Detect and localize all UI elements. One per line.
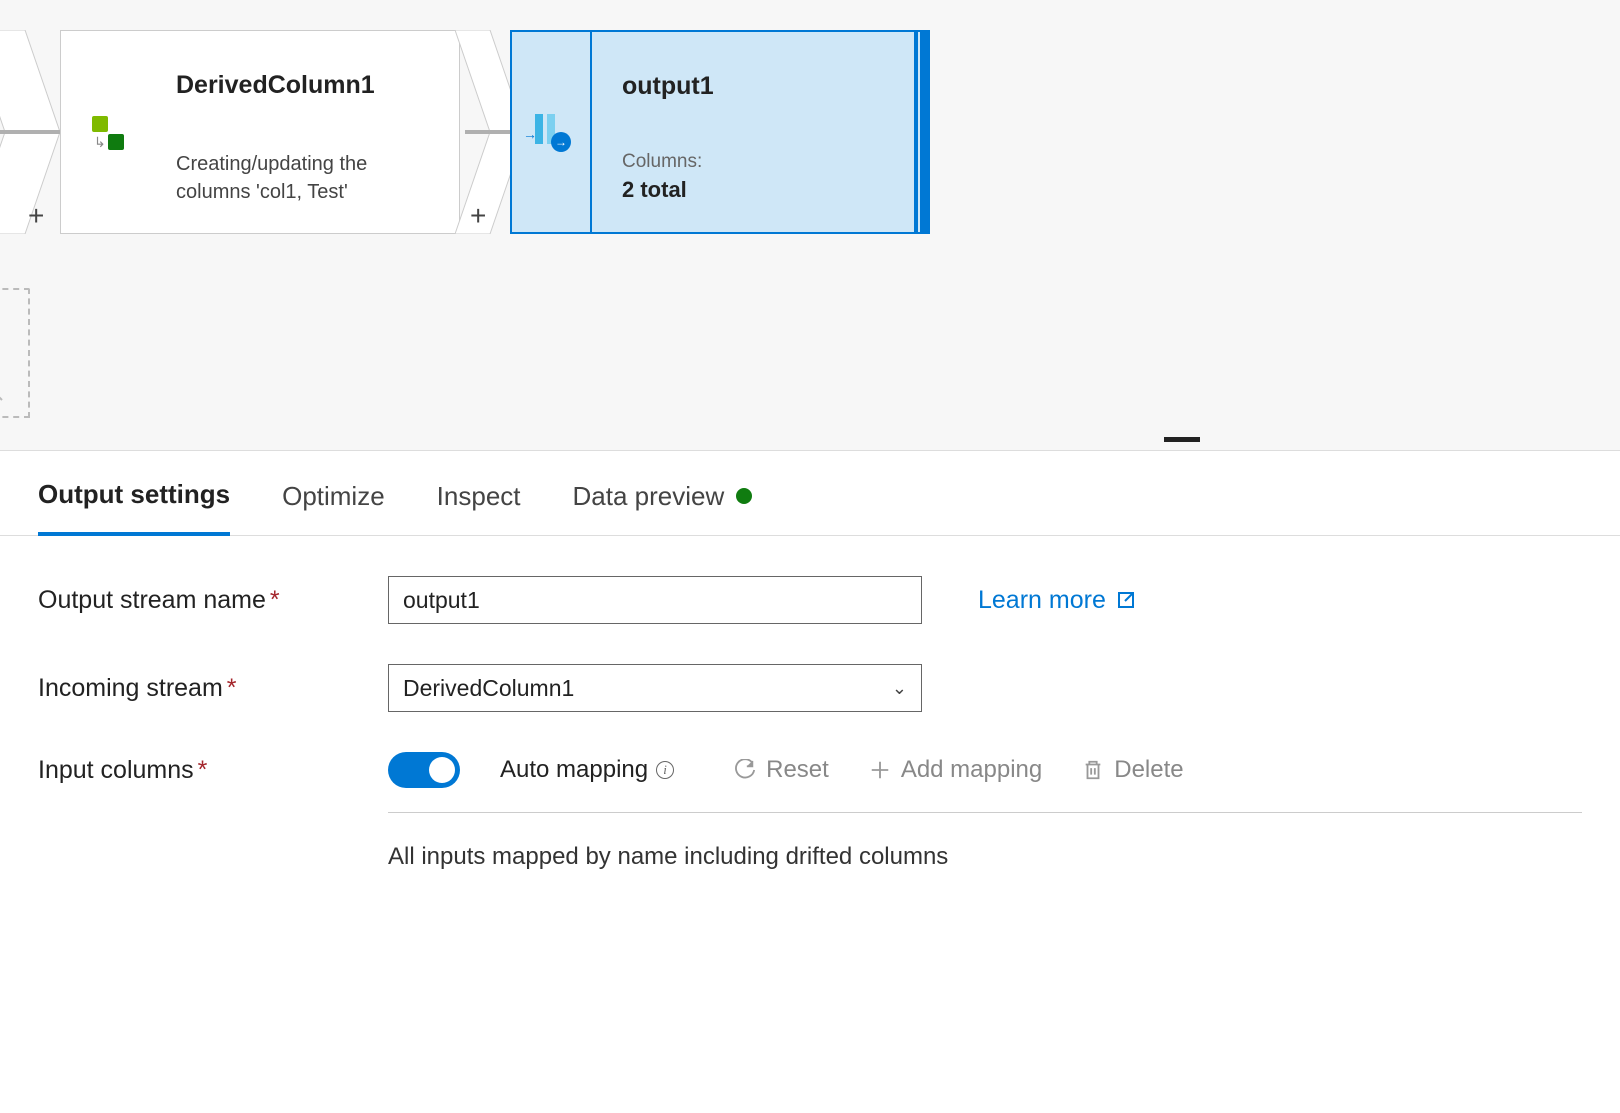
- incoming-stream-select[interactable]: DerivedColumn1 ⌄: [388, 664, 922, 712]
- learn-more-link[interactable]: Learn more: [978, 586, 1136, 615]
- node-title: DerivedColumn1: [176, 71, 439, 100]
- info-icon[interactable]: i: [656, 761, 674, 779]
- input-columns-label: Input columns*: [38, 752, 388, 785]
- add-transformation-button[interactable]: +: [28, 200, 44, 232]
- flow-canvas[interactable]: ↳ DerivedColumn1 Creating/updating the c…: [0, 0, 1620, 450]
- external-link-icon: [1116, 590, 1136, 610]
- panel-tabs: Output settings Optimize Inspect Data pr…: [0, 451, 1620, 536]
- flow-connector: [465, 130, 515, 134]
- delete-button[interactable]: Delete: [1082, 756, 1183, 784]
- node-title: output1: [622, 72, 908, 101]
- selection-indicator: [920, 32, 928, 232]
- select-value: DerivedColumn1: [403, 675, 574, 702]
- tab-data-preview[interactable]: Data preview: [573, 479, 753, 535]
- plus-icon: [869, 759, 891, 781]
- tab-optimize[interactable]: Optimize: [282, 479, 385, 535]
- tab-inspect[interactable]: Inspect: [437, 479, 521, 535]
- columns-label: Columns:: [622, 151, 908, 173]
- tab-label: Data preview: [573, 481, 725, 512]
- properties-panel: Output settings Optimize Inspect Data pr…: [0, 450, 1620, 1113]
- output-stream-name-label: Output stream name*: [38, 586, 388, 615]
- auto-mapping-label: Auto mapping i: [500, 756, 674, 784]
- add-mapping-button[interactable]: Add mapping: [869, 756, 1042, 784]
- trash-icon: [1082, 759, 1104, 781]
- reset-icon: [734, 759, 756, 781]
- panel-resize-handle[interactable]: [1164, 437, 1200, 442]
- output-sink-icon: → →: [529, 110, 573, 154]
- derived-column-node[interactable]: ↳ DerivedColumn1 Creating/updating the c…: [60, 30, 460, 234]
- placeholder-connector: [0, 370, 12, 410]
- status-dot-icon: [736, 488, 752, 504]
- auto-mapping-toggle[interactable]: [388, 752, 460, 788]
- chevron-down-icon: ⌄: [892, 678, 907, 699]
- selection-indicator: [914, 32, 918, 232]
- tab-output-settings[interactable]: Output settings: [38, 479, 230, 536]
- output-stream-name-input[interactable]: [388, 576, 922, 624]
- node-subtitle: Creating/updating the columns 'col1, Tes…: [176, 150, 439, 206]
- columns-total: 2 total: [622, 177, 908, 203]
- incoming-stream-label: Incoming stream*: [38, 674, 388, 703]
- mapping-note: All inputs mapped by name including drif…: [388, 843, 1582, 871]
- output-node[interactable]: → → output1 Columns: 2 total: [510, 30, 930, 234]
- reset-button[interactable]: Reset: [734, 756, 829, 784]
- derived-column-icon: ↳: [84, 110, 128, 154]
- add-transformation-button[interactable]: +: [470, 200, 486, 232]
